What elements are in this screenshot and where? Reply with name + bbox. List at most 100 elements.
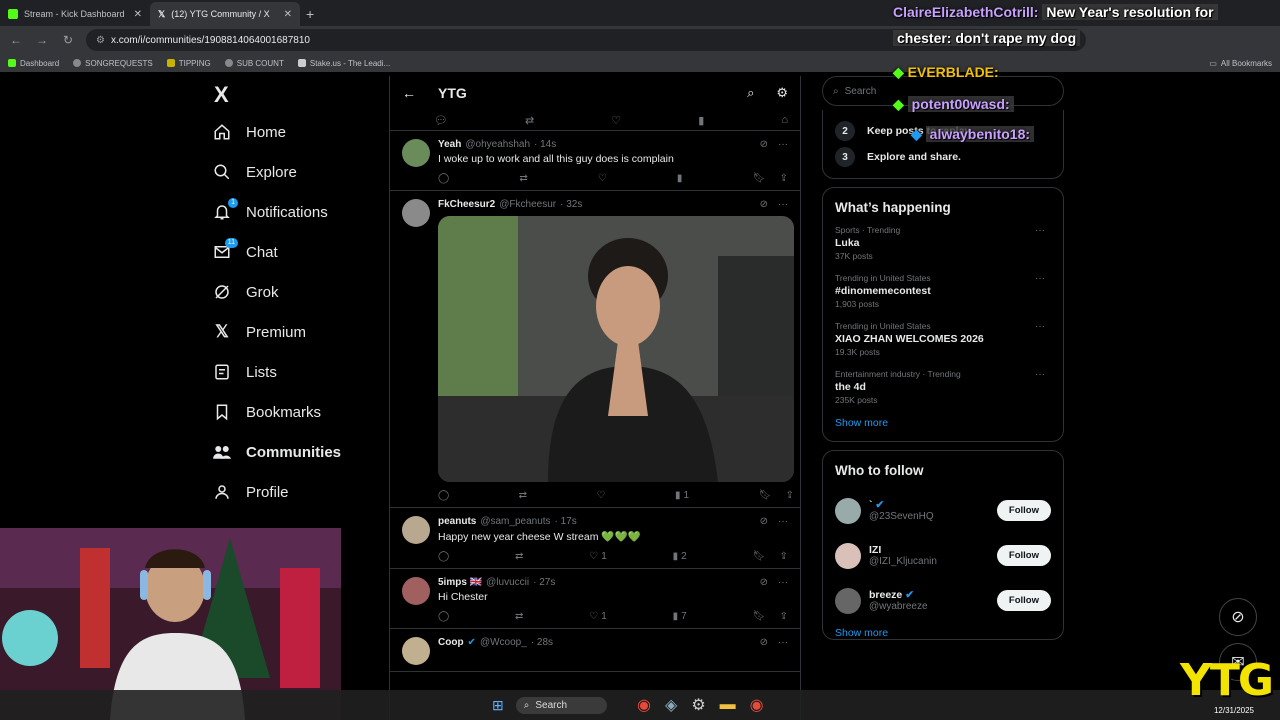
chrome-icon[interactable]: ◉ (750, 695, 764, 715)
repost-icon[interactable]: ⇄ (525, 114, 534, 127)
follow-button[interactable]: Follow (996, 545, 1051, 566)
nav-communities[interactable]: Communities (212, 432, 382, 472)
bookmark-dashboard[interactable]: Dashboard (8, 59, 59, 68)
post[interactable]: Yeah @ohyeahshah · 14s I woke up to work a… (390, 130, 800, 191)
reply-icon[interactable]: ◯ (438, 173, 449, 184)
bookmark-icon[interactable]: ⌂ (781, 114, 788, 126)
x-logo[interactable]: X (214, 78, 382, 112)
folder-icon[interactable]: ▬ (720, 696, 736, 714)
like-icon[interactable]: ♡ (598, 173, 607, 184)
views-button[interactable]: ▮ 1 (675, 490, 689, 501)
more-icon[interactable]: ··· (1035, 225, 1045, 236)
chrome-icon[interactable]: ◉ (637, 695, 651, 715)
follow-button[interactable]: Follow (996, 590, 1051, 611)
tab-kick-dashboard[interactable]: Stream - Kick Dashboard ✕ (0, 2, 150, 26)
trend-item[interactable]: Sports · Trending Luka 37K posts ··· (835, 225, 1051, 261)
bookmark-icon[interactable]: 🔖︎ (753, 611, 766, 622)
reply-icon[interactable]: ◯ (438, 611, 449, 622)
bookmark-tipping[interactable]: TIPPING (166, 59, 211, 68)
post-handle[interactable]: @Wcoop_ (480, 637, 527, 648)
post-time[interactable]: · 32s (560, 199, 582, 210)
avatar[interactable] (402, 637, 430, 665)
follow-button[interactable]: Follow (996, 500, 1051, 521)
nav-bookmarks[interactable]: Bookmarks (212, 392, 382, 432)
bookmark-songrequests[interactable]: SONGREQUESTS (73, 59, 153, 68)
nav-profile[interactable]: Profile (212, 472, 382, 512)
avatar[interactable] (402, 199, 430, 227)
settings-icon[interactable]: ⚙ (691, 695, 705, 715)
post-handle[interactable]: @ohyeahshah (465, 139, 530, 150)
post-author[interactable]: Yeah (438, 139, 461, 150)
post[interactable]: Coop ✔ @Wcoop_ · 28s ⊘ ··· (390, 629, 800, 672)
more-icon[interactable]: ··· (1035, 369, 1045, 380)
more-icon[interactable]: ··· (778, 516, 788, 527)
nav-grok[interactable]: Grok (212, 272, 382, 312)
repost-icon[interactable]: ⇄ (515, 611, 523, 622)
avatar[interactable] (402, 577, 430, 605)
share-icon[interactable]: ⇪ (780, 551, 788, 562)
views-button[interactable]: ▮ 2 (673, 551, 687, 562)
follow-suggestion[interactable]: ` ✔ @23SevenHQ Follow (835, 488, 1051, 533)
nav-chat[interactable]: 11 Chat (212, 232, 382, 272)
close-icon[interactable]: ✕ (284, 9, 292, 20)
post-author[interactable]: FkCheesur2 (438, 199, 495, 210)
back-icon[interactable]: ← (8, 33, 24, 47)
repost-icon[interactable]: ⇄ (519, 490, 527, 501)
like-button[interactable]: ♡ 1 (589, 611, 607, 622)
share-icon[interactable]: ⇪ (780, 173, 788, 184)
trend-item[interactable]: Entertainment industry · Trending the 4d 2… (835, 369, 1051, 405)
avatar[interactable] (402, 139, 430, 167)
share-icon[interactable]: ⇪ (786, 490, 794, 501)
nav-lists[interactable]: Lists (212, 352, 382, 392)
post-time[interactable]: · 14s (534, 139, 556, 150)
taskbar-search[interactable]: ⌕ Search (515, 696, 608, 714)
grok-float-button[interactable]: ⊘ (1219, 598, 1257, 636)
bookmark-subcount[interactable]: SUB COUNT (224, 59, 284, 68)
windows-start-icon[interactable]: ⊞ (492, 697, 504, 714)
tab-x-community[interactable]: 𝕏 (12) YTG Community / X ✕ (150, 2, 300, 26)
repost-icon[interactable]: ⇄ (515, 551, 523, 562)
more-icon[interactable]: ··· (1035, 321, 1045, 332)
grok-icon[interactable]: ⊘ (760, 139, 768, 150)
reply-icon[interactable]: 💬︎ (434, 114, 448, 127)
more-icon[interactable]: ··· (778, 199, 788, 210)
search-icon[interactable]: ⌕ (747, 85, 754, 101)
post-handle[interactable]: @sam_peanuts (480, 516, 550, 527)
show-more-link[interactable]: Show more (835, 627, 1051, 639)
avatar[interactable] (402, 516, 430, 544)
steam-icon[interactable]: ◈ (665, 695, 677, 715)
reply-icon[interactable]: ◯ (438, 551, 449, 562)
post-image[interactable] (438, 216, 794, 482)
grok-icon[interactable]: ⊘ (760, 199, 768, 210)
grok-icon[interactable]: ⊘ (760, 637, 768, 648)
avatar[interactable] (835, 587, 861, 614)
more-icon[interactable]: ··· (778, 577, 788, 588)
like-icon[interactable]: ♡ (611, 114, 621, 127)
nav-premium[interactable]: 𝕏 Premium (212, 312, 382, 352)
grok-icon[interactable]: ⊘ (760, 516, 768, 527)
like-icon[interactable]: ♡ (597, 490, 606, 501)
views-button[interactable]: ▮ 7 (673, 611, 687, 622)
reload-icon[interactable]: ↻ (60, 33, 76, 47)
grok-icon[interactable]: ⊘ (760, 577, 768, 588)
avatar[interactable] (835, 497, 861, 524)
show-more-link[interactable]: Show more (835, 417, 1051, 429)
nav-explore[interactable]: Explore (212, 152, 382, 192)
post-handle[interactable]: @luvuccii (486, 577, 529, 588)
post[interactable]: 5imps 🇬🇧 @luvuccii · 27s Hi Chester ◯ ⇄ ♡ 1… (390, 569, 800, 629)
trend-item[interactable]: Trending in United States #dinomemecontes… (835, 273, 1051, 309)
more-icon[interactable]: ··· (778, 139, 788, 150)
new-tab-button[interactable]: + (306, 6, 314, 22)
views-icon[interactable]: ▮ (677, 173, 683, 184)
repost-icon[interactable]: ⇄ (519, 173, 527, 184)
bookmark-stake[interactable]: Stake.us - The Leadi... (297, 59, 390, 68)
post-handle[interactable]: @Fkcheesur (499, 199, 556, 210)
post-time[interactable]: · 28s (531, 637, 553, 648)
post-time[interactable]: · 17s (555, 516, 577, 527)
bookmark-icon[interactable]: 🔖︎ (759, 490, 772, 501)
post-author[interactable]: peanuts (438, 516, 476, 527)
bookmark-icon[interactable]: 🔖︎ (753, 551, 766, 562)
close-icon[interactable]: ✕ (134, 9, 142, 20)
follow-suggestion[interactable]: breeze ✔ @wyabreeze Follow (835, 578, 1051, 623)
post[interactable]: FkCheesur2 @Fkcheesur · 32s ◯ ⇄ ♡ ▮ 1 🔖︎… (390, 191, 800, 508)
